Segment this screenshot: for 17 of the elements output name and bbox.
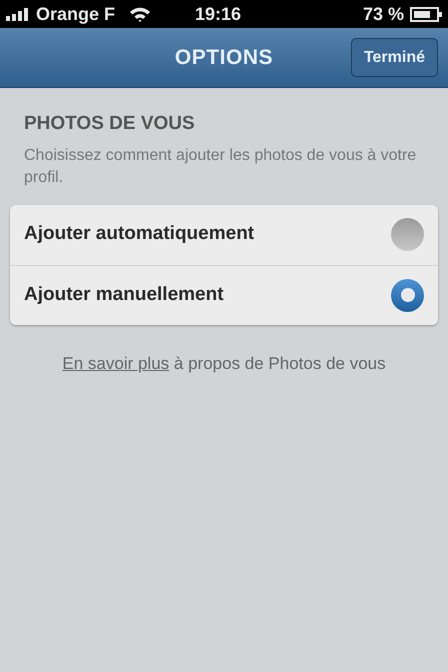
- option-label: Ajouter manuellement: [24, 282, 224, 307]
- radio-button[interactable]: [391, 278, 424, 312]
- learn-more-link[interactable]: En savoir plus: [62, 354, 170, 372]
- footer-text: En savoir plus à propos de Photos de vous: [61, 352, 387, 374]
- screen-title: OPTIONS: [174, 44, 274, 71]
- done-button[interactable]: Terminé: [350, 38, 438, 77]
- option-row[interactable]: Ajouter automatiquement: [10, 204, 438, 264]
- section-title: PHOTOS DE VOUS: [24, 112, 196, 136]
- clock-time: 19:16: [195, 2, 242, 26]
- section-description: Choisissez comment ajouter les photos de vous à votre profil.: [24, 146, 418, 188]
- radio-button[interactable]: [391, 218, 424, 251]
- battery-percent: 73 %: [362, 2, 404, 26]
- option-row[interactable]: Ajouter manuellement: [10, 264, 438, 324]
- wifi-icon: [129, 6, 152, 22]
- option-label: Ajouter automatiquement: [24, 222, 254, 246]
- carrier-name: Orange F: [36, 2, 116, 26]
- battery-icon: [410, 6, 442, 22]
